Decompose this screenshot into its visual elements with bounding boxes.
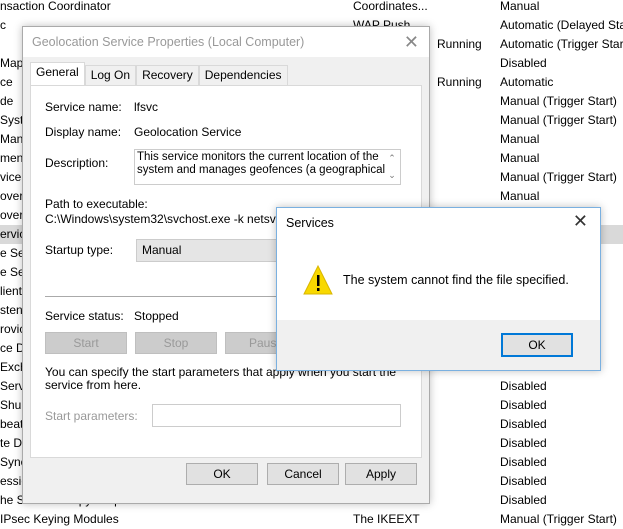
- service-startup: Manual: [500, 151, 540, 165]
- service-name-value: lfsvc: [134, 100, 158, 114]
- close-icon[interactable]: ✕: [404, 27, 419, 57]
- close-icon[interactable]: ✕: [573, 211, 588, 232]
- service-name: nsaction Coordinator: [0, 0, 111, 13]
- service-name-label: Service name:: [45, 100, 122, 114]
- service-startup: Manual (Trigger Start): [500, 113, 617, 127]
- service-startup: Disabled: [500, 436, 547, 450]
- start-params-input[interactable]: [152, 404, 401, 427]
- service-name: Shu: [0, 398, 22, 412]
- display-name-label: Display name:: [45, 125, 122, 139]
- description-text: This service monitors the current locati…: [137, 151, 386, 176]
- msgbox-title: Services: [286, 216, 334, 230]
- service-startup: Manual: [500, 132, 540, 146]
- display-name-value: Geolocation Service: [134, 125, 242, 139]
- service-name: ce D: [0, 341, 25, 355]
- service-startup: Disabled: [500, 379, 547, 393]
- description-box[interactable]: This service monitors the current locati…: [134, 149, 401, 185]
- service-startup: Disabled: [500, 493, 547, 507]
- service-name: c: [0, 18, 6, 32]
- cancel-button[interactable]: Cancel: [267, 463, 339, 485]
- service-startup: Disabled: [500, 398, 547, 412]
- service-status-label: Service status:: [45, 309, 124, 323]
- description-label: Description:: [45, 156, 109, 170]
- dialog-titlebar: Geolocation Service Properties (Local Co…: [23, 27, 429, 57]
- service-desc: Coordinates...: [353, 0, 428, 13]
- service-row[interactable]: IPsec Keying Modules The IKEEXT Manual (Tr…: [0, 510, 623, 529]
- service-startup: Manual (Trigger Start): [500, 94, 617, 108]
- service-name: vice: [0, 170, 22, 184]
- msgbox-ok-button[interactable]: OK: [501, 333, 573, 357]
- tab-recovery[interactable]: Recovery: [136, 65, 199, 85]
- description-scrollbar[interactable]: ⌃ ⌄: [384, 150, 400, 184]
- service-row[interactable]: nsaction Coordinator Coordinates... Manual: [0, 0, 623, 16]
- msgbox-message: The system cannot find the file specifie…: [343, 273, 569, 287]
- apply-button[interactable]: Apply: [345, 463, 417, 485]
- service-startup: Automatic (Delayed Sta: [500, 18, 623, 32]
- path-value: C:\Windows\system32\svchost.exe -k netsv…: [45, 212, 288, 226]
- service-startup: Disabled: [500, 417, 547, 431]
- service-startup: Automatic: [500, 75, 554, 89]
- service-name: Man: [0, 132, 24, 146]
- service-startup: Manual (Trigger Start): [500, 170, 617, 184]
- ok-button[interactable]: OK: [186, 463, 258, 485]
- service-startup: Disabled: [500, 474, 547, 488]
- startup-type-label: Startup type:: [45, 243, 114, 257]
- dialog-title: Geolocation Service Properties (Local Co…: [32, 35, 305, 49]
- service-status-value: Stopped: [134, 309, 179, 323]
- msgbox-footer: OK: [277, 320, 600, 370]
- start-button[interactable]: Start: [45, 332, 127, 354]
- service-status: Running: [437, 75, 482, 89]
- error-message-box: Services ✕ The system cannot find the fi…: [276, 207, 601, 371]
- service-name: Syst: [0, 113, 24, 127]
- path-label: Path to executable:: [45, 197, 148, 211]
- service-name: beat: [0, 417, 24, 431]
- service-name: de: [0, 94, 14, 108]
- service-startup: Manual: [500, 0, 540, 13]
- service-name: lient: [0, 284, 23, 298]
- service-startup: Disabled: [500, 455, 547, 469]
- service-name: IPsec Keying Modules: [0, 512, 119, 526]
- service-name: ce: [0, 75, 13, 89]
- service-startup: Manual (Trigger Start): [500, 512, 617, 526]
- service-name: te D: [0, 436, 23, 450]
- service-name: sten: [0, 303, 23, 317]
- tab-dependencies[interactable]: Dependencies: [198, 65, 288, 85]
- stop-button[interactable]: Stop: [135, 332, 217, 354]
- service-desc: The IKEEXT: [353, 512, 420, 526]
- warning-icon: [303, 265, 333, 295]
- service-startup: Disabled: [500, 56, 547, 70]
- service-status: Running: [437, 37, 482, 51]
- start-params-label: Start parameters:: [45, 409, 138, 423]
- service-name: Serv: [0, 379, 25, 393]
- tab-general[interactable]: General: [30, 62, 85, 85]
- tab-log-on[interactable]: Log On: [84, 65, 137, 85]
- service-startup: Manual: [500, 189, 540, 203]
- service-startup: Automatic (Trigger Star: [500, 37, 623, 51]
